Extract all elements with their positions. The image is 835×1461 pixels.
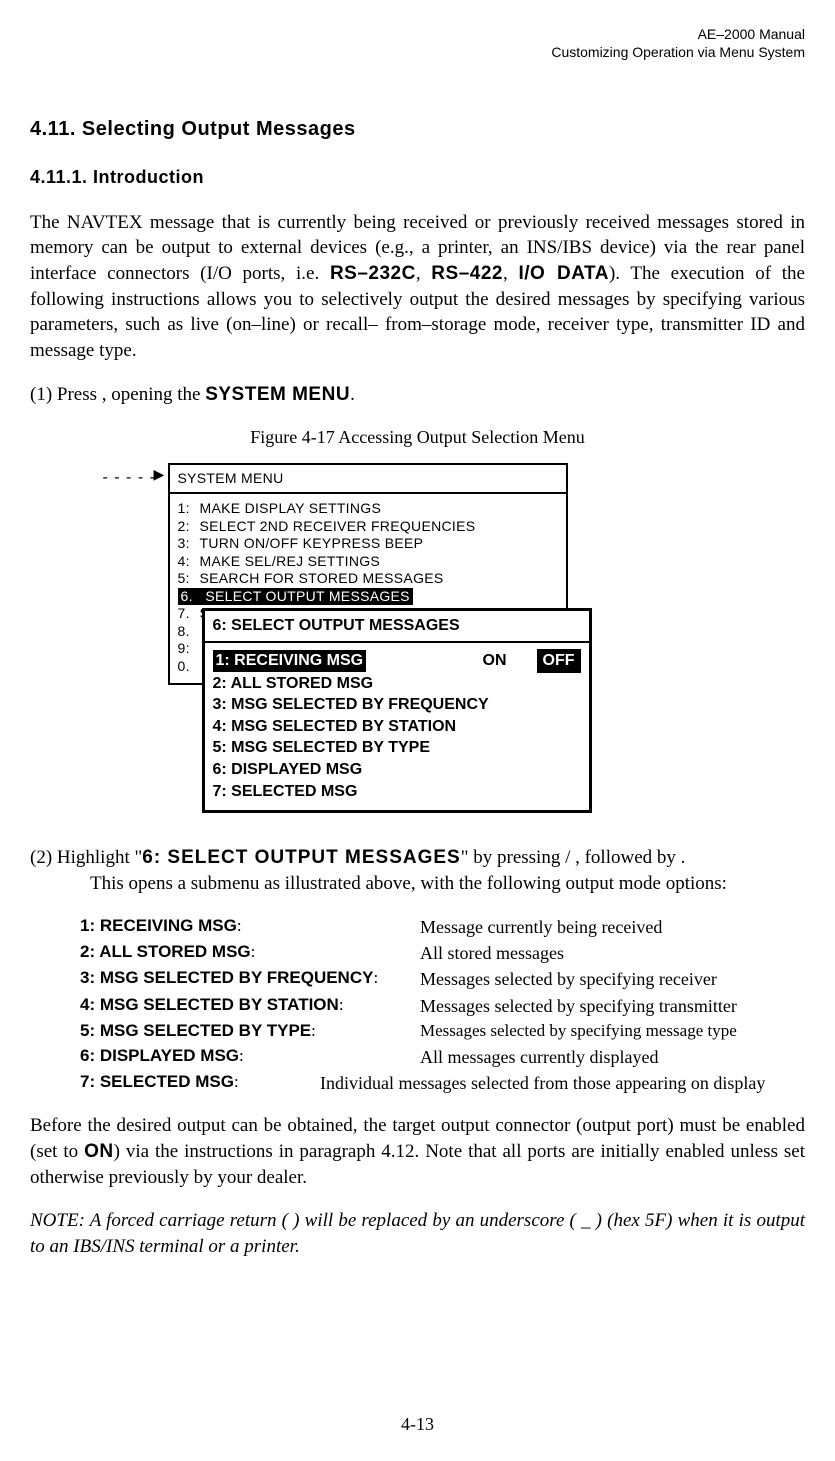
def-label-2: 2: ALL STORED MSG: xyxy=(80,941,420,964)
page-number: 4-13 xyxy=(0,1412,835,1436)
step1-post: . xyxy=(350,384,355,405)
menu-item-5: 5:SEARCH FOR STORED MESSAGES xyxy=(178,570,558,588)
comma1: , xyxy=(416,263,431,284)
menu-item-6: 6. SELECT OUTPUT MESSAGES xyxy=(178,588,558,606)
submenu-title: 6: SELECT OUTPUT MESSAGES xyxy=(205,611,589,643)
def-label-4: 4: MSG SELECTED BY STATION: xyxy=(80,994,420,1017)
def-row-6: 6: DISPLAYED MSG: All messages currently… xyxy=(80,1045,805,1069)
submenu-off-value-highlighted: OFF xyxy=(537,649,581,673)
def-label-3: 3: MSG SELECTED BY FREQUENCY: xyxy=(80,967,420,990)
def-row-5: 5: MSG SELECTED BY TYPE: Messages select… xyxy=(80,1020,805,1043)
page-header: AE–2000 Manual Customizing Operation via… xyxy=(30,25,805,61)
menu-item-3: 3:TURN ON/OFF KEYPRESS BEEP xyxy=(178,535,558,553)
def-row-3: 3: MSG SELECTED BY FREQUENCY: Messages s… xyxy=(80,967,805,991)
rs232-label: RS–232C xyxy=(330,263,416,284)
figure-caption: Figure 4-17 Accessing Output Selection M… xyxy=(30,425,805,449)
submenu-item-5: 5: MSG SELECTED BY TYPE xyxy=(213,737,581,759)
def-val-7: Individual messages selected from those … xyxy=(320,1071,805,1095)
system-menu-title: SYSTEM MENU xyxy=(170,465,566,494)
menu-item-6-highlighted: 6. SELECT OUTPUT MESSAGES xyxy=(178,588,413,606)
step2-highlight: 6: SELECT OUTPUT MESSAGES xyxy=(142,847,460,868)
def-val-2: All stored messages xyxy=(420,941,564,965)
submenu-item-4: 4: MSG SELECTED BY STATION xyxy=(213,716,581,738)
subsection-title: 4.11.1. Introduction xyxy=(30,165,805,189)
def-val-1: Message currently being received xyxy=(420,915,662,939)
rs422-label: RS–422 xyxy=(431,263,503,284)
step2-continuation: This opens a submenu as illustrated abov… xyxy=(60,871,727,897)
submenu-box: 6: SELECT OUTPUT MESSAGES 1: RECEIVING M… xyxy=(202,608,592,813)
def-row-4: 4: MSG SELECTED BY STATION: Messages sel… xyxy=(80,994,805,1018)
def-label-7: 7: SELECTED MSG: xyxy=(80,1071,320,1094)
submenu-body: 1: RECEIVING MSG ON OFF 2: ALL STORED MS… xyxy=(205,643,589,810)
intro-paragraph: The NAVTEX message that is currently bei… xyxy=(30,210,805,364)
comma2: , xyxy=(503,263,518,284)
step2-mid: " by pressing / , followed by . xyxy=(461,847,686,868)
menu-item-4: 4:MAKE SEL/REJ SETTINGS xyxy=(178,553,558,571)
dashed-arrow: - - - - - xyxy=(103,467,156,489)
header-line1: AE–2000 Manual xyxy=(30,25,805,43)
def-val-5: Messages selected by specifying message … xyxy=(420,1020,737,1043)
def-row-1: 1: RECEIVING MSG: Message currently bein… xyxy=(80,915,805,939)
menu-item-1: 1:MAKE DISPLAY SETTINGS xyxy=(178,500,558,518)
def-label-5: 5: MSG SELECTED BY TYPE: xyxy=(80,1020,420,1043)
def-val-6: All messages currently displayed xyxy=(420,1045,658,1069)
submenu-on-value: ON xyxy=(483,650,507,672)
menu-item-2: 2:SELECT 2ND RECEIVER FREQUENCIES xyxy=(178,518,558,536)
definitions-list: 1: RECEIVING MSG: Message currently bein… xyxy=(80,915,805,1096)
def-label-6: 6: DISPLAYED MSG: xyxy=(80,1045,420,1068)
step-2: (2) Highlight "6: SELECT OUTPUT MESSAGES… xyxy=(30,845,805,896)
before-paragraph: Before the desired output can be obtaine… xyxy=(30,1113,805,1190)
def-label-1: 1: RECEIVING MSG: xyxy=(80,915,420,938)
submenu-item-2: 2: ALL STORED MSG xyxy=(213,673,581,695)
def-val-4: Messages selected by specifying transmit… xyxy=(420,994,737,1018)
step2-pre: (2) Highlight " xyxy=(30,847,142,868)
submenu-item-7: 7: SELECTED MSG xyxy=(213,781,581,803)
def-row-7: 7: SELECTED MSG: Individual messages sel… xyxy=(80,1071,805,1095)
arrow-head-icon: ▶ xyxy=(154,467,165,486)
step1-pre: (1) Press , opening the xyxy=(30,384,205,405)
iodata-label: I/O DATA xyxy=(518,263,609,284)
submenu-row1-label-highlighted: 1: RECEIVING MSG xyxy=(213,650,367,672)
system-menu-label: SYSTEM MENU xyxy=(205,384,350,405)
def-val-3: Messages selected by specifying receiver xyxy=(420,967,717,991)
submenu-item-6: 6: DISPLAYED MSG xyxy=(213,759,581,781)
figure-diagram: - - - - - ▶ SYSTEM MENU 1:MAKE DISPLAY S… xyxy=(138,463,698,823)
submenu-row-1: 1: RECEIVING MSG ON OFF xyxy=(213,649,581,673)
def-row-2: 2: ALL STORED MSG: All stored messages xyxy=(80,941,805,965)
submenu-item-3: 3: MSG SELECTED BY FREQUENCY xyxy=(213,694,581,716)
step-1: (1) Press , opening the SYSTEM MENU. xyxy=(30,382,805,408)
note-paragraph: NOTE: A forced carriage return ( ) will … xyxy=(30,1208,805,1259)
section-title: 4.11. Selecting Output Messages xyxy=(30,116,805,143)
header-line2: Customizing Operation via Menu System xyxy=(30,43,805,61)
before-post: ) via the instructions in paragraph 4.12… xyxy=(30,1141,805,1188)
on-label: ON xyxy=(84,1141,114,1162)
